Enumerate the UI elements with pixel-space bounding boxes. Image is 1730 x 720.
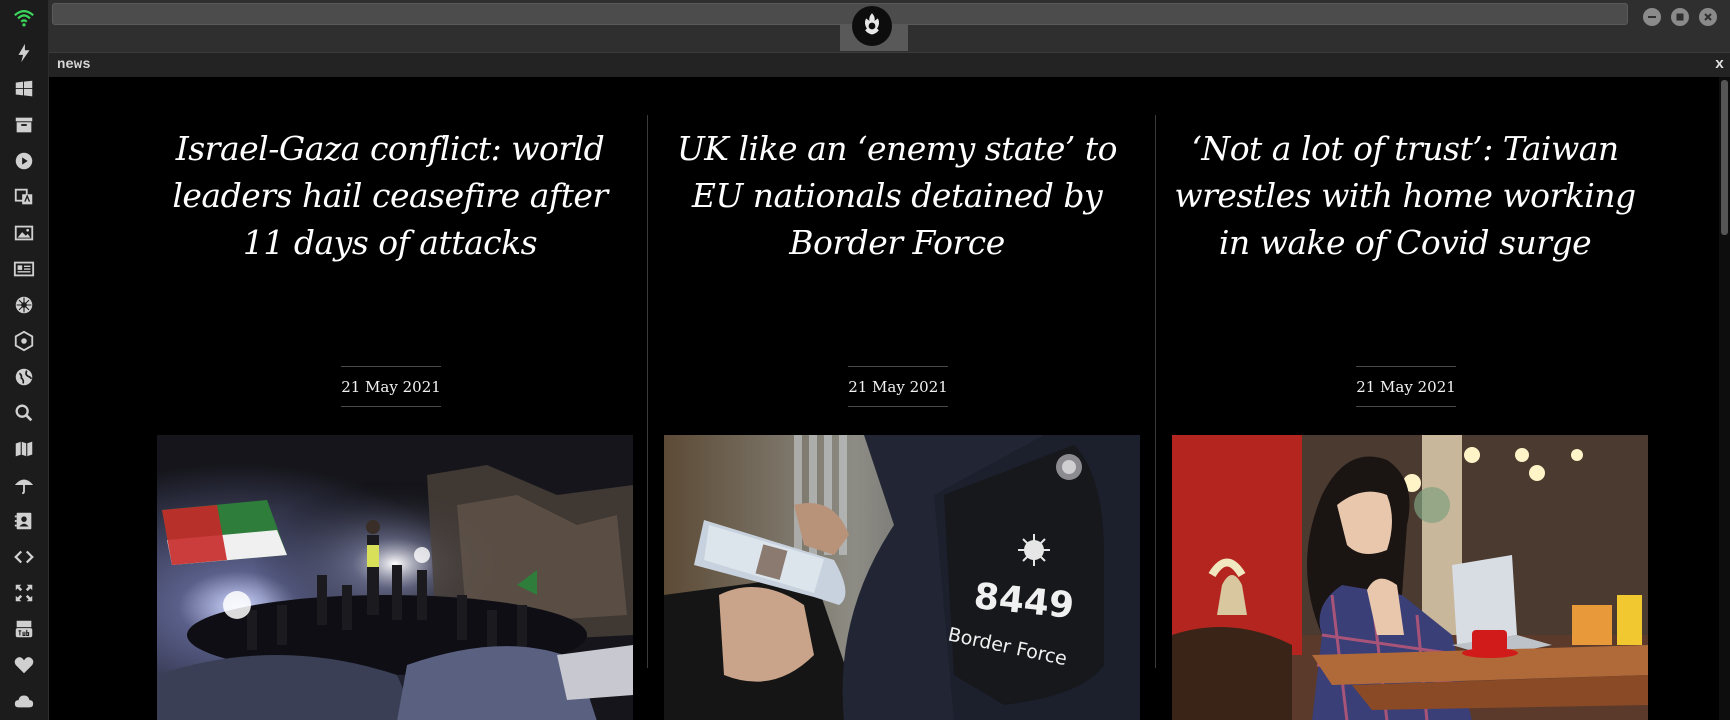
- column-divider: [647, 115, 648, 668]
- youtube-icon[interactable]: [9, 614, 39, 644]
- atom-icon[interactable]: [9, 326, 39, 356]
- umbrella-icon[interactable]: [9, 470, 39, 500]
- windows-icon[interactable]: [9, 74, 39, 104]
- article-headline[interactable]: UK like an ‘enemy state’ to EU nationals…: [657, 125, 1137, 266]
- globe-icon[interactable]: [9, 362, 39, 392]
- image-icon[interactable]: [9, 218, 39, 248]
- code-icon[interactable]: [9, 542, 39, 572]
- close-window-button[interactable]: [1699, 8, 1717, 26]
- maximize-button[interactable]: [1671, 8, 1689, 26]
- map-icon[interactable]: [9, 434, 39, 464]
- rebel-alliance-logo-icon[interactable]: [852, 6, 892, 46]
- article-card: UK like an ‘enemy state’ to EU nationals…: [657, 125, 1140, 720]
- article-headline[interactable]: ‘Not a lot of trust’: Taiwan wrestles wi…: [1165, 125, 1645, 266]
- article-date: 21 May 2021: [341, 377, 441, 396]
- wifi-icon[interactable]: [9, 3, 39, 33]
- article-card: Israel-Gaza conflict: world leaders hail…: [150, 125, 633, 720]
- newspaper-icon[interactable]: [9, 254, 39, 284]
- heart-icon[interactable]: [9, 650, 39, 680]
- contacts-icon[interactable]: [9, 506, 39, 536]
- article-image[interactable]: [157, 435, 633, 720]
- lightning-icon[interactable]: [9, 38, 39, 68]
- play-icon[interactable]: [9, 146, 39, 176]
- article-date-box: 21 May 2021: [341, 366, 441, 407]
- article-headline[interactable]: Israel-Gaza conflict: world leaders hail…: [150, 125, 630, 266]
- article-image[interactable]: [1172, 435, 1648, 720]
- cloud-icon[interactable]: [9, 686, 39, 716]
- scrollbar-thumb[interactable]: [1721, 80, 1728, 235]
- column-divider: [1155, 115, 1156, 668]
- article-card: ‘Not a lot of trust’: Taiwan wrestles wi…: [1165, 125, 1648, 720]
- pane-title: news: [57, 57, 91, 73]
- news-content: Israel-Gaza conflict: world leaders hail…: [49, 77, 1719, 720]
- translate-icon[interactable]: [9, 182, 39, 212]
- article-date: 21 May 2021: [1356, 377, 1456, 396]
- article-date-box: 21 May 2021: [1356, 366, 1456, 407]
- rebel-icon[interactable]: [9, 290, 39, 320]
- article-date: 21 May 2021: [848, 377, 948, 396]
- pane-close-button[interactable]: x: [1715, 56, 1724, 73]
- article-date-box: 21 May 2021: [848, 366, 948, 407]
- top-bar: [49, 0, 1730, 52]
- app-dock: [0, 0, 49, 720]
- search-icon[interactable]: [9, 398, 39, 428]
- expand-icon[interactable]: [9, 578, 39, 608]
- article-image[interactable]: 8449 Border Force: [664, 435, 1140, 720]
- archive-icon[interactable]: [9, 110, 39, 140]
- minimize-button[interactable]: [1643, 8, 1661, 26]
- vertical-scrollbar[interactable]: [1719, 77, 1730, 720]
- pane-header: news x: [49, 52, 1730, 77]
- address-bar[interactable]: [52, 3, 1628, 25]
